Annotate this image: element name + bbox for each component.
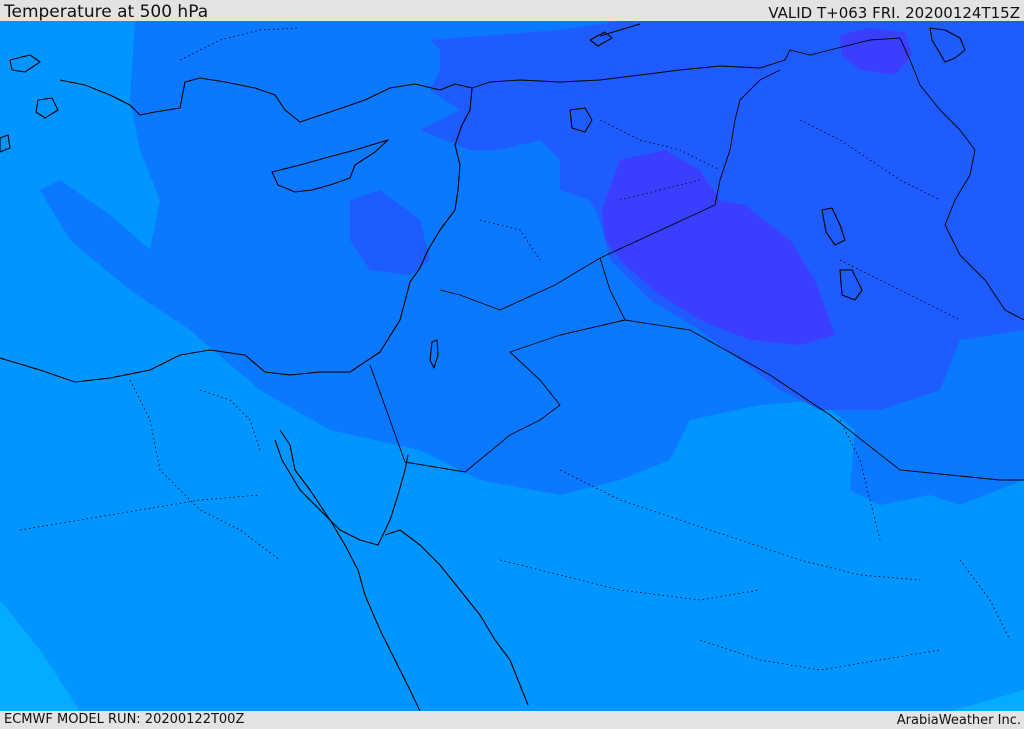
footer-bar: ECMWF MODEL RUN: 20200122T00Z ArabiaWeat… <box>0 711 1024 729</box>
weather-map <box>0 21 1024 711</box>
map-title: Temperature at 500 hPa <box>4 2 209 22</box>
header-bar: Temperature at 500 hPa VALID T+063 FRI. … <box>0 0 1024 22</box>
credit-label: ArabiaWeather Inc. <box>896 713 1021 728</box>
valid-time: VALID T+063 FRI. 20200124T15Z <box>768 4 1020 22</box>
model-run-label: ECMWF MODEL RUN: 20200122T00Z <box>4 712 245 727</box>
